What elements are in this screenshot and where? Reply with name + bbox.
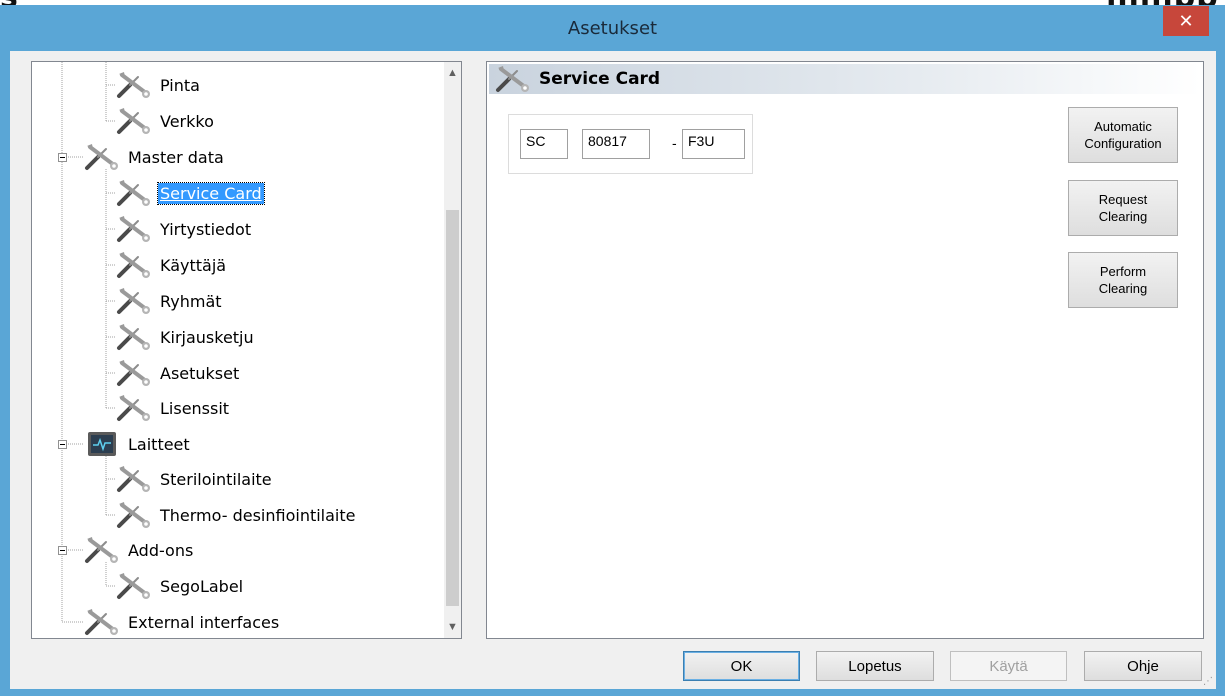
- tree-item-laitteet[interactable]: Laitteet: [84, 429, 192, 459]
- settings-window: Asetukset ✕ Pinta Verkko Master data Ser…: [0, 5, 1225, 696]
- tree-item-label: Thermo- desinfiointilaite: [160, 505, 356, 525]
- scroll-down-arrow-icon[interactable]: ▼: [444, 618, 461, 635]
- tree-item-label: Laitteet: [128, 434, 190, 454]
- settings-tree[interactable]: Pinta Verkko Master data Service Card Yi…: [31, 61, 462, 639]
- window-title: Asetukset: [567, 18, 658, 39]
- tree-item-label: Add-ons: [128, 540, 194, 560]
- service-card-number-field[interactable]: 80817: [582, 129, 650, 159]
- tree-item-add-ons[interactable]: Add-ons: [84, 535, 195, 565]
- monitor-icon: [88, 432, 116, 456]
- collapse-add-ons[interactable]: [58, 546, 67, 555]
- tree-item-label: Yirtystiedot: [160, 219, 252, 239]
- tree-item-verkko[interactable]: Verkko: [116, 106, 216, 136]
- wrench-screwdriver-icon: [116, 394, 152, 422]
- wrench-screwdriver-icon: [116, 179, 152, 207]
- tree-item-pinta[interactable]: Pinta: [116, 70, 202, 100]
- wrench-screwdriver-icon: [84, 536, 120, 564]
- wrench-screwdriver-icon: [84, 608, 120, 636]
- automatic-configuration-button[interactable]: Automatic Configuration: [1068, 107, 1178, 163]
- tree-item-kayttaja[interactable]: Käyttäjä: [116, 250, 228, 280]
- service-card-fields: SC 80817 - F3U: [508, 114, 753, 174]
- kayta-button[interactable]: Käytä: [950, 651, 1067, 681]
- request-clearing-button[interactable]: Request Clearing: [1068, 180, 1178, 236]
- ohje-button[interactable]: Ohje: [1084, 651, 1202, 681]
- collapse-master-data[interactable]: [58, 153, 67, 162]
- wrench-screwdriver-icon: [116, 215, 152, 243]
- tree-item-sterilointilaite[interactable]: Sterilointilaite: [116, 464, 274, 494]
- tree-item-label: SegoLabel: [160, 576, 244, 596]
- tree-item-asetukset[interactable]: Asetukset: [116, 358, 241, 388]
- tree-item-lisenssit[interactable]: Lisenssit: [116, 393, 231, 423]
- dialog-client-area: Pinta Verkko Master data Service Card Yi…: [10, 51, 1216, 689]
- tree-item-label: Käyttäjä: [160, 255, 227, 275]
- tree-item-segolabel[interactable]: SegoLabel: [116, 571, 245, 601]
- service-card-panel: Service Card SC 80817 - F3U Automatic Co…: [486, 61, 1204, 639]
- wrench-screwdriver-icon: [116, 465, 152, 493]
- ok-button[interactable]: OK: [683, 651, 800, 681]
- wrench-screwdriver-icon: [116, 359, 152, 387]
- wrench-screwdriver-icon: [116, 71, 152, 99]
- service-card-suffix-field[interactable]: F3U: [682, 129, 745, 159]
- tree-item-master-data[interactable]: Master data: [84, 142, 226, 172]
- panel-title: Service Card: [539, 69, 661, 89]
- button-label: Perform Clearing: [1098, 264, 1148, 296]
- tree-item-label: Verkko: [160, 111, 214, 131]
- wrench-screwdriver-icon: [116, 572, 152, 600]
- tree-item-ryhmat[interactable]: Ryhmät: [116, 286, 224, 316]
- tree-scrollbar[interactable]: ▲ ▼: [444, 62, 461, 638]
- panel-header: Service Card: [489, 64, 1201, 94]
- button-label: Request Clearing: [1098, 192, 1148, 224]
- perform-clearing-button[interactable]: Perform Clearing: [1068, 252, 1178, 308]
- tree-item-label: Service Card: [157, 181, 265, 205]
- lopetus-button[interactable]: Lopetus: [816, 651, 934, 681]
- wrench-screwdriver-icon: [116, 501, 152, 529]
- tree-item-label: Master data: [128, 147, 224, 167]
- wrench-screwdriver-icon: [116, 107, 152, 135]
- collapse-laitteet[interactable]: [58, 440, 67, 449]
- wrench-screwdriver-icon: [84, 143, 120, 171]
- wrench-screwdriver-icon: [116, 251, 152, 279]
- wrench-screwdriver-icon: [116, 323, 152, 351]
- tree-item-label: Sterilointilaite: [160, 469, 272, 489]
- tree-item-label: Kirjausketju: [160, 327, 254, 347]
- button-label: Automatic Configuration: [1084, 119, 1162, 151]
- service-card-separator: -: [672, 135, 677, 151]
- close-button[interactable]: ✕: [1163, 6, 1209, 36]
- tree-item-label: Lisenssit: [160, 398, 230, 418]
- tree-item-thermo-desinfiointilaite[interactable]: Thermo- desinfiointilaite: [116, 500, 358, 530]
- tree-item-label: External interfaces: [128, 612, 280, 632]
- tree-item-external-interfaces[interactable]: External interfaces: [84, 607, 281, 637]
- tree-item-label: Asetukset: [160, 363, 240, 383]
- scroll-up-arrow-icon[interactable]: ▲: [444, 64, 461, 81]
- resize-grip-icon[interactable]: ⋰: [1203, 676, 1213, 687]
- close-icon: ✕: [1178, 10, 1194, 31]
- wrench-screwdriver-icon: [116, 287, 152, 315]
- wrench-screwdriver-icon: [493, 65, 533, 93]
- tree-item-label: Pinta: [160, 75, 200, 95]
- tree-item-label: Ryhmät: [160, 291, 222, 311]
- tree-item-yirtystiedot[interactable]: Yirtystiedot: [116, 214, 253, 244]
- tree-item-service-card[interactable]: Service Card: [116, 178, 265, 208]
- service-card-prefix-field[interactable]: SC: [520, 129, 568, 159]
- title-bar[interactable]: Asetukset ✕: [0, 5, 1225, 50]
- scrollbar-thumb[interactable]: [446, 210, 459, 606]
- tree-item-kirjausketju[interactable]: Kirjausketju: [116, 322, 256, 352]
